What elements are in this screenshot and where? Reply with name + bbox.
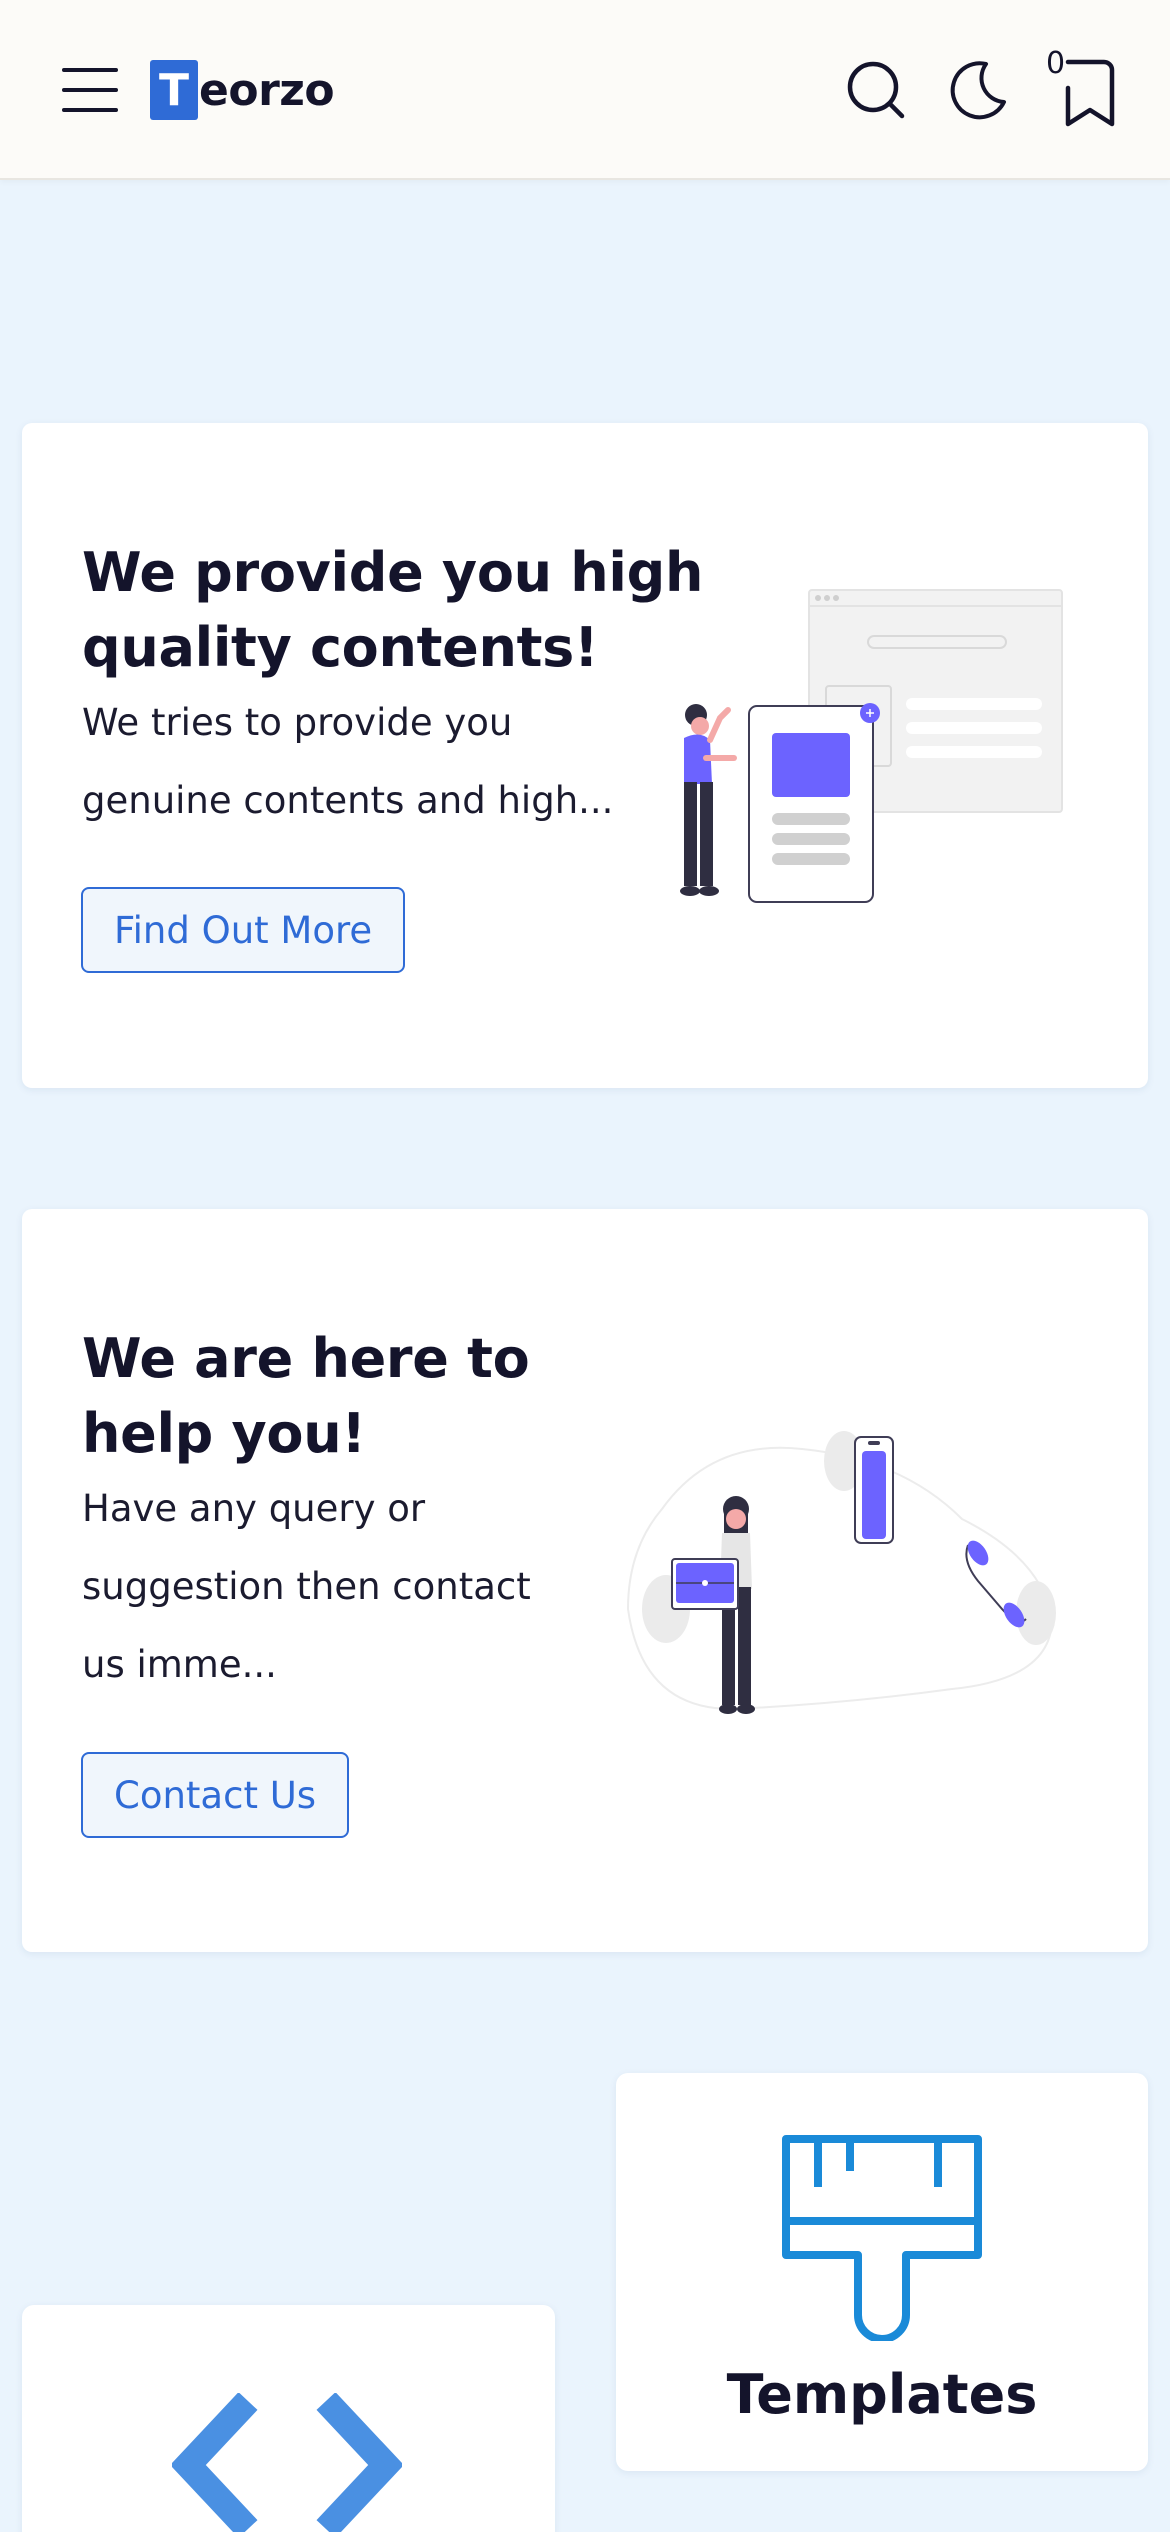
top-navbar: T eorzo 0 [0, 0, 1170, 180]
menu-icon [62, 68, 118, 112]
find-out-more-button[interactable]: Find Out More [81, 887, 406, 973]
contact-illustration [626, 1431, 1056, 1714]
bookmarks-button[interactable]: 0 [1046, 46, 1118, 127]
card-text-line1: We tries to provide you [82, 701, 513, 744]
contact-us-button[interactable]: Contact Us [81, 1752, 350, 1838]
content-quality-card: We provide you high quality contents! We… [22, 423, 1148, 1088]
templates-title: Templates [726, 2363, 1038, 2426]
card-title-line1: We are here to [82, 1327, 530, 1390]
card-text-line2: suggestion then contact [82, 1565, 531, 1608]
search-icon [847, 61, 905, 119]
code-brackets-icon [172, 2393, 402, 2532]
card-text-line1: Have any query or [82, 1487, 426, 1530]
card-title-line2: help you! [82, 1402, 366, 1465]
moon-icon [950, 61, 1006, 120]
logo-text: eorzo [199, 64, 335, 116]
paint-brush-icon [782, 2135, 982, 2341]
bookmark-icon [1065, 59, 1115, 127]
card-title-line2: quality contents! [82, 616, 599, 679]
content-illustration [680, 589, 1063, 903]
logo-letter: T [150, 60, 198, 120]
help-card: We are here to help you! Have any query … [22, 1209, 1148, 1952]
menu-button[interactable] [60, 60, 120, 120]
templates-card[interactable]: Templates [616, 2073, 1148, 2471]
site-logo[interactable]: T eorzo [150, 60, 335, 120]
card-text-line2: genuine contents and high... [82, 779, 614, 822]
card-title-line1: We provide you high [82, 541, 704, 604]
code-card[interactable] [22, 2305, 555, 2532]
search-button[interactable] [844, 58, 908, 122]
dark-mode-toggle[interactable] [946, 58, 1010, 122]
card-text-line3: us imme... [82, 1643, 277, 1686]
